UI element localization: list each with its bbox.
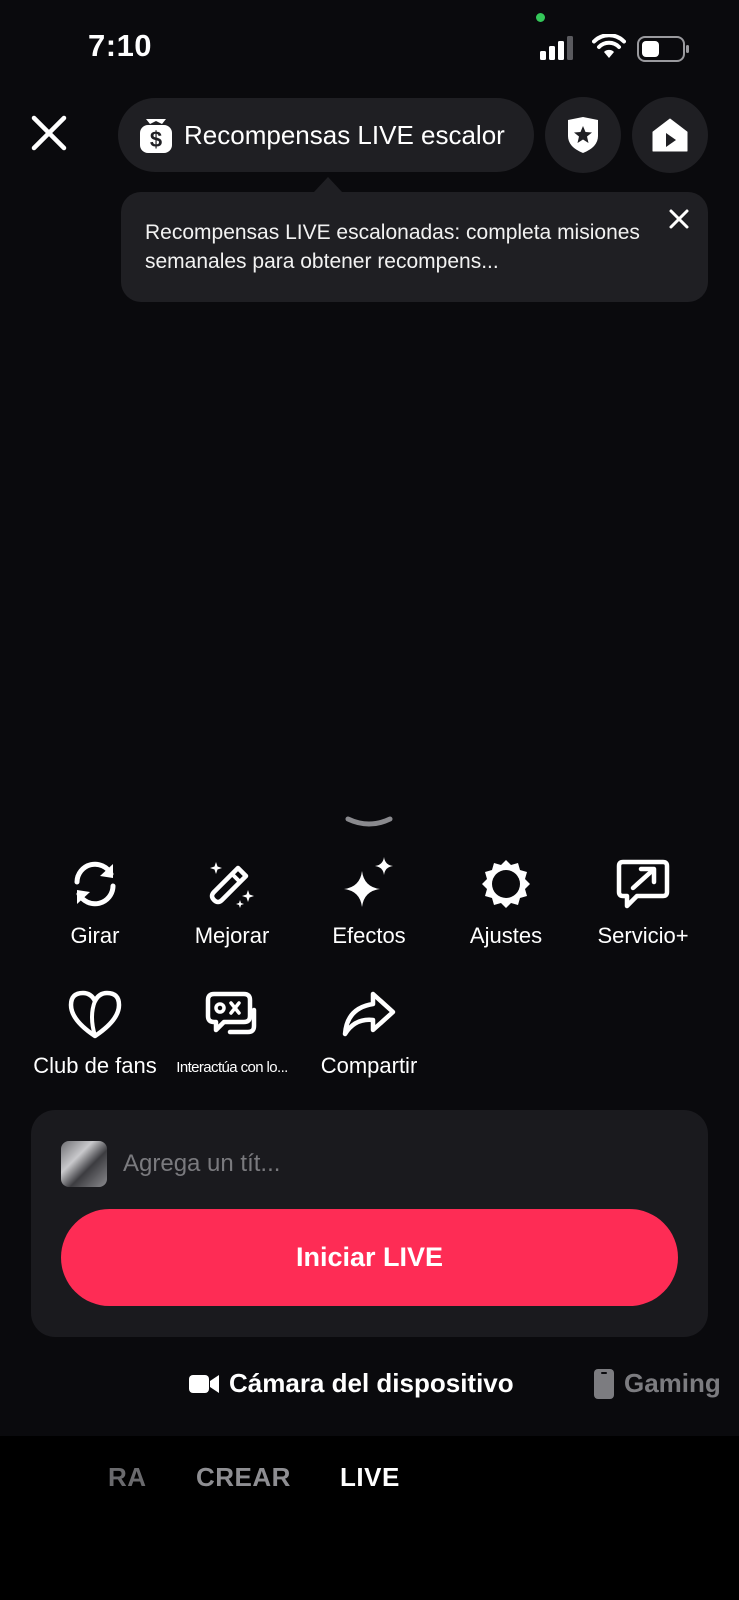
source-gaming[interactable]: Gaming	[594, 1368, 721, 1399]
live-center-button[interactable]	[632, 97, 708, 173]
start-live-button[interactable]: Iniciar LIVE	[61, 1209, 678, 1306]
tool-ajustes[interactable]: Ajustes	[436, 853, 576, 949]
mode-selector-bar: RA CREAR LIVE	[0, 1436, 739, 1600]
house-play-icon	[652, 118, 688, 152]
sparkles-icon	[344, 857, 393, 907]
shield-star-icon	[568, 117, 598, 153]
mode-tab-live[interactable]: LIVE	[340, 1462, 400, 1493]
source-label: Gaming	[624, 1368, 721, 1398]
camera-in-use-indicator	[536, 13, 545, 22]
close-icon[interactable]	[26, 110, 72, 156]
tool-club-de-fans[interactable]: Club de fans	[25, 983, 165, 1079]
live-title-input[interactable]	[121, 1138, 665, 1190]
service-chat-arrow-icon	[616, 859, 670, 909]
tool-label: Ajustes	[469, 923, 543, 948]
svg-text:$: $	[150, 127, 162, 152]
tool-label: Interactúa con lo...	[176, 1059, 288, 1076]
tool-interactua[interactable]: Interactúa con lo...	[162, 983, 302, 1076]
tool-label: Compartir	[320, 1053, 418, 1078]
tool-mejorar[interactable]: Mejorar	[162, 853, 302, 949]
tooltip-pointer	[314, 177, 342, 192]
tool-compartir[interactable]: Compartir	[299, 983, 439, 1079]
money-bag-icon: $	[140, 119, 172, 153]
status-time: 7:10	[88, 28, 153, 63]
tooltip-text: Recompensas LIVE escalonadas: completa m…	[145, 221, 640, 273]
magic-wand-icon	[209, 862, 254, 908]
tooltip-close-icon[interactable]	[664, 204, 694, 234]
live-rewards-pill[interactable]: $ Recompensas LIVE escalor	[118, 98, 534, 172]
source-label: Cámara del dispositivo	[229, 1368, 514, 1398]
tool-girar[interactable]: Girar	[25, 853, 165, 949]
tool-label: Efectos	[332, 923, 406, 948]
tool-label: Mejorar	[194, 923, 270, 948]
tool-servicio[interactable]: Servicio+	[573, 853, 713, 949]
tool-label: Servicio+	[597, 923, 689, 948]
collapse-chevron-icon[interactable]	[344, 815, 394, 831]
phone-icon	[594, 1368, 614, 1399]
moderation-button[interactable]	[545, 97, 621, 173]
tool-efectos[interactable]: Efectos	[299, 853, 439, 949]
mode-tab-edge[interactable]: RA	[108, 1462, 147, 1493]
mode-tab-crear[interactable]: CREAR	[196, 1462, 291, 1493]
source-device-camera[interactable]: Cámara del dispositivo	[189, 1368, 514, 1399]
rotate-icon	[74, 861, 116, 907]
game-chat-icon	[205, 991, 257, 1035]
battery-icon	[637, 36, 689, 62]
cellular-signal-icon	[540, 36, 573, 60]
tool-label: Club de fans	[33, 1053, 157, 1078]
share-arrow-icon	[342, 991, 396, 1037]
rewards-tooltip: Recompensas LIVE escalonadas: completa m…	[121, 192, 708, 302]
reward-pill-label: Recompensas LIVE escalor	[184, 119, 505, 150]
video-camera-icon	[189, 1374, 219, 1393]
wifi-icon	[592, 34, 626, 58]
live-setup-panel: Iniciar LIVE	[31, 1110, 708, 1337]
heart-icon	[68, 990, 122, 1039]
tool-label: Girar	[70, 923, 120, 948]
settings-gear-icon	[482, 860, 530, 908]
avatar[interactable]	[61, 1141, 107, 1187]
